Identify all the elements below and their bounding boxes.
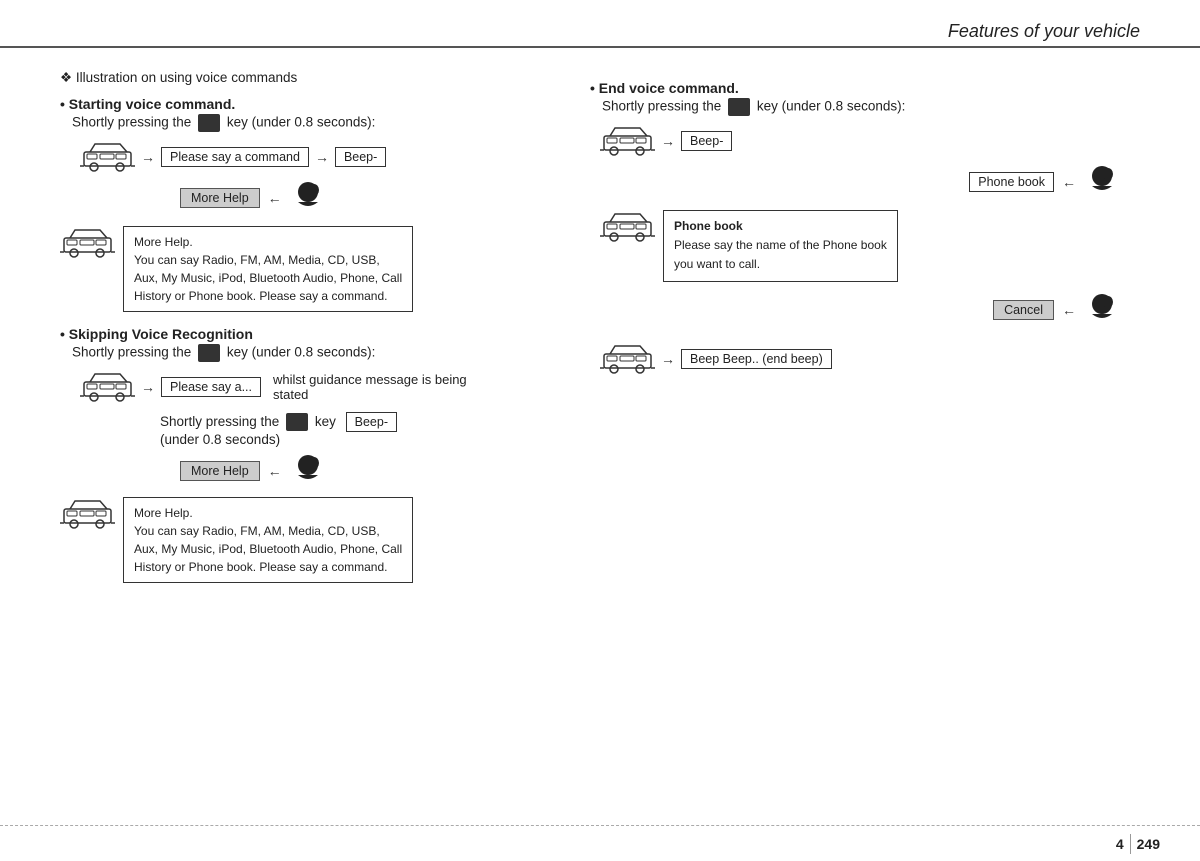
mic-icon bbox=[198, 114, 220, 132]
end-bullet: • End voice command. bbox=[590, 80, 1160, 96]
detail-row-2: More Help. You can say Radio, FM, AM, Me… bbox=[60, 497, 550, 583]
section-end: • End voice command. Shortly pressing th… bbox=[590, 80, 1160, 376]
more-help-btn-2: More Help bbox=[180, 461, 260, 481]
left-column: ❖ Illustration on using voice commands •… bbox=[0, 60, 570, 821]
header-title: Features of your vehicle bbox=[948, 21, 1140, 42]
cancel-row: Cancel ← bbox=[590, 292, 1120, 328]
person-icon-3 bbox=[1084, 164, 1120, 200]
please-say-box: Please say a... bbox=[161, 377, 261, 397]
skipping-subtext: Shortly pressing the key (under 0.8 seco… bbox=[72, 344, 550, 362]
right-column: • End voice command. Shortly pressing th… bbox=[570, 60, 1200, 821]
end-subtext: Shortly pressing the key (under 0.8 seco… bbox=[602, 98, 1160, 116]
beep-box-2: Beep- bbox=[346, 412, 397, 432]
skipping-flow1: → Please say a... whilst guidance messag… bbox=[80, 370, 550, 404]
arrow-5: ← bbox=[268, 463, 282, 479]
phone-detail-row: Phone book Please say the name of the Ph… bbox=[600, 210, 1160, 282]
mic-icon-2 bbox=[198, 344, 220, 362]
cancel-box: Cancel bbox=[993, 300, 1054, 320]
say-command-box: Please say a command bbox=[161, 147, 309, 167]
starting-subtext: Shortly pressing the key (under 0.8 seco… bbox=[72, 114, 550, 132]
car-icon-5 bbox=[600, 124, 655, 158]
car-icon-1 bbox=[80, 140, 135, 174]
end-flow1: → Beep- bbox=[600, 124, 1160, 158]
arrow-8: ← bbox=[1062, 302, 1076, 318]
person-icon-2 bbox=[290, 453, 326, 489]
shortly-row: Shortly pressing the key Beep- (under 0.… bbox=[160, 412, 550, 447]
intro-heading: ❖ Illustration on using voice commands bbox=[60, 70, 297, 85]
page-footer: 4 249 bbox=[0, 825, 1200, 861]
phone-detail-box: Phone book Please say the name of the Ph… bbox=[663, 210, 898, 282]
main-content: ❖ Illustration on using voice commands •… bbox=[0, 60, 1200, 821]
detail-box-2: More Help. You can say Radio, FM, AM, Me… bbox=[123, 497, 413, 583]
more-help-row-2: More Help ← bbox=[180, 453, 550, 489]
end-beep-row: → Beep Beep.. (end beep) bbox=[600, 342, 1160, 376]
starting-bullet: • Starting voice command. bbox=[60, 96, 550, 112]
arrow-6: → bbox=[661, 133, 675, 149]
person-icon-4 bbox=[1084, 292, 1120, 328]
arrow-2: → bbox=[315, 149, 329, 165]
beep-box-1: Beep- bbox=[335, 147, 386, 167]
car-icon-4 bbox=[60, 497, 115, 531]
car-icon-7 bbox=[600, 342, 655, 376]
arrow-3: ← bbox=[268, 190, 282, 206]
page-header: Features of your vehicle bbox=[0, 0, 1200, 48]
arrow-1: → bbox=[141, 149, 155, 165]
phone-label-box: Phone book bbox=[969, 172, 1054, 192]
arrow-4: → bbox=[141, 379, 155, 395]
whilst-text: whilst guidance message is being stated bbox=[273, 372, 473, 402]
arrow-9: → bbox=[661, 351, 675, 367]
end-beep-beep-box: Beep Beep.. (end beep) bbox=[681, 349, 832, 369]
car-icon-6 bbox=[600, 210, 655, 244]
page-number: 249 bbox=[1137, 836, 1160, 852]
detail-row-1: More Help. You can say Radio, FM, AM, Me… bbox=[60, 226, 550, 312]
skipping-bullet: • Skipping Voice Recognition bbox=[60, 326, 550, 342]
more-help-btn-1: More Help bbox=[180, 188, 260, 208]
section-starting: • Starting voice command. Shortly pressi… bbox=[60, 96, 550, 312]
arrow-7: ← bbox=[1062, 174, 1076, 190]
car-icon-3 bbox=[80, 370, 135, 404]
chapter-number: 4 bbox=[1116, 836, 1124, 852]
footer-divider bbox=[1130, 834, 1131, 854]
mic-icon-3 bbox=[286, 413, 308, 431]
starting-flow1: → Please say a command → Beep- bbox=[80, 140, 550, 174]
section-skipping: • Skipping Voice Recognition Shortly pre… bbox=[60, 326, 550, 583]
mic-icon-4 bbox=[728, 98, 750, 116]
person-icon-1 bbox=[290, 180, 326, 216]
phonebook-right-row: Phone book ← bbox=[590, 164, 1120, 200]
end-beep-box: Beep- bbox=[681, 131, 732, 151]
car-icon-2 bbox=[60, 226, 115, 260]
detail-box-1: More Help. You can say Radio, FM, AM, Me… bbox=[123, 226, 413, 312]
more-help-row: More Help ← bbox=[180, 180, 550, 216]
